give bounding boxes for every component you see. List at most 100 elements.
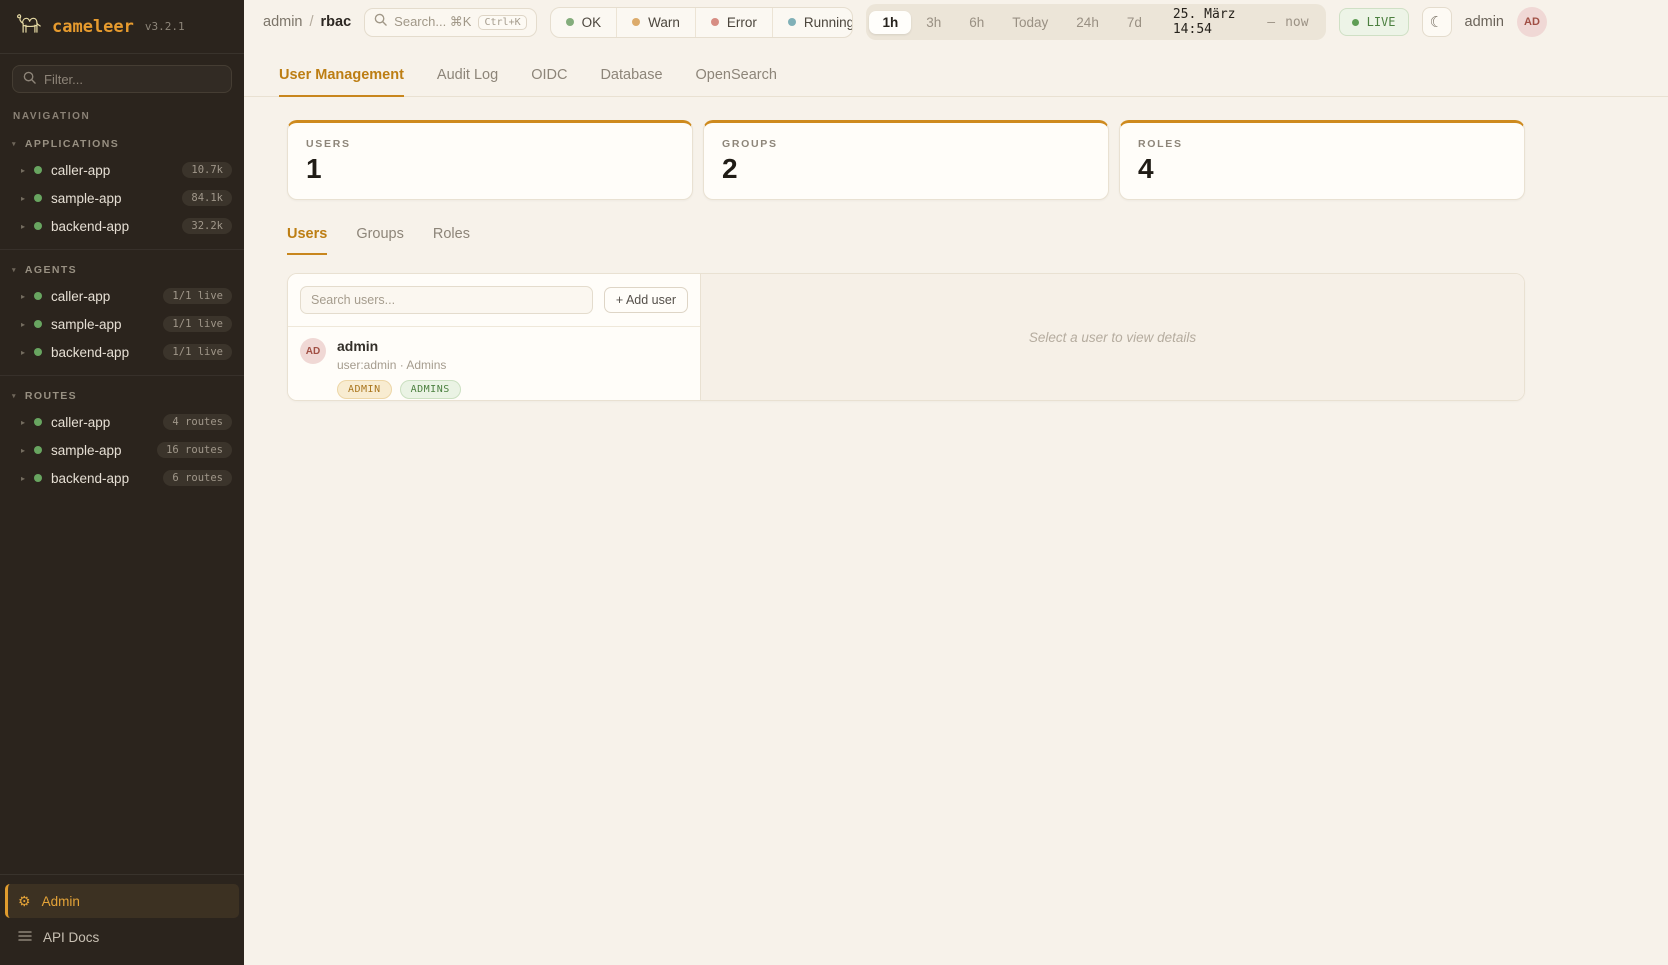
tab-user-management[interactable]: User Management bbox=[279, 55, 404, 97]
nav-item-label: backend-app bbox=[51, 219, 129, 234]
nav-group-routes: ▾ ROUTES ▸ caller-app 4 routes ▸ sample-… bbox=[0, 375, 244, 501]
status-dot-icon bbox=[34, 320, 42, 328]
status-filter-label: Warn bbox=[648, 15, 680, 30]
topbar-right: LIVE ☾ admin AD bbox=[1339, 7, 1547, 37]
add-user-button[interactable]: + Add user bbox=[604, 287, 688, 313]
nav-group-header-applications[interactable]: ▾ APPLICATIONS bbox=[0, 131, 244, 156]
current-user-name: admin bbox=[1465, 14, 1505, 30]
breadcrumb-separator: / bbox=[310, 14, 314, 30]
time-range-1h[interactable]: 1h bbox=[869, 11, 911, 34]
global-search[interactable]: Search... ⌘K Ctrl+K bbox=[364, 8, 536, 37]
user-list-item-admin[interactable]: AD admin user:admin · Admins ADMIN ADMIN… bbox=[288, 327, 700, 401]
status-dot-icon bbox=[34, 418, 42, 426]
sidebar-item-applications-backend-app[interactable]: ▸ backend-app 32.2k bbox=[0, 212, 244, 240]
rbac-subtabs: Users Groups Roles bbox=[287, 226, 1525, 255]
breadcrumb: admin / rbac bbox=[263, 14, 351, 30]
nav-item-badge: 1/1 live bbox=[163, 288, 232, 304]
stats-row: USERS 1 GROUPS 2 ROLES 4 bbox=[287, 120, 1525, 200]
sidebar-item-api-docs[interactable]: API Docs bbox=[5, 920, 239, 954]
topbar: admin / rbac Search... ⌘K Ctrl+K OK Warn… bbox=[244, 0, 1668, 44]
tab-opensearch[interactable]: OpenSearch bbox=[696, 55, 777, 97]
sidebar: cameleer v3.2.1 NAVIGATION ▾ APPLICATION… bbox=[0, 0, 244, 965]
status-dot-icon bbox=[34, 446, 42, 454]
status-filter-running[interactable]: Running bbox=[772, 8, 854, 37]
chevron-right-icon: ▸ bbox=[21, 418, 25, 427]
nav-group-title: APPLICATIONS bbox=[25, 138, 119, 150]
status-filter-ok[interactable]: OK bbox=[551, 8, 617, 37]
time-from: 25. März 14:54 bbox=[1173, 7, 1257, 37]
nav-item-label: backend-app bbox=[51, 471, 129, 486]
ok-dot-icon bbox=[566, 18, 574, 26]
live-badge[interactable]: LIVE bbox=[1339, 8, 1409, 36]
nav-group-applications: ▾ APPLICATIONS ▸ caller-app 10.7k ▸ samp… bbox=[0, 124, 244, 249]
stat-card-roles: ROLES 4 bbox=[1119, 120, 1525, 200]
subtab-roles[interactable]: Roles bbox=[433, 226, 470, 255]
users-toolbar: + Add user bbox=[288, 274, 700, 327]
tab-database[interactable]: Database bbox=[600, 55, 662, 97]
error-dot-icon bbox=[711, 18, 719, 26]
status-filter-group: OK Warn Error Running bbox=[550, 7, 854, 38]
sidebar-item-routes-sample-app[interactable]: ▸ sample-app 16 routes bbox=[0, 436, 244, 464]
sidebar-item-applications-sample-app[interactable]: ▸ sample-app 84.1k bbox=[0, 184, 244, 212]
breadcrumb-current: rbac bbox=[321, 14, 352, 30]
status-filter-warn[interactable]: Warn bbox=[616, 8, 695, 37]
status-dot-icon bbox=[34, 222, 42, 230]
nav-group-title: AGENTS bbox=[25, 264, 77, 276]
time-range-24h[interactable]: 24h bbox=[1063, 11, 1112, 34]
gear-icon: ⚙ bbox=[18, 894, 31, 908]
status-filter-label: Error bbox=[727, 15, 757, 30]
footer-item-label: Admin bbox=[42, 894, 80, 909]
time-range-7d[interactable]: 7d bbox=[1114, 11, 1155, 34]
subtab-users[interactable]: Users bbox=[287, 226, 327, 255]
users-list-pane: + Add user AD admin user:admin · Admins … bbox=[288, 274, 701, 400]
breadcrumb-parent[interactable]: admin bbox=[263, 14, 303, 30]
sidebar-filter-input[interactable] bbox=[44, 72, 221, 87]
time-range-3h[interactable]: 3h bbox=[913, 11, 954, 34]
tab-audit-log[interactable]: Audit Log bbox=[437, 55, 498, 97]
subtab-groups[interactable]: Groups bbox=[356, 226, 404, 255]
main-area: admin / rbac Search... ⌘K Ctrl+K OK Warn… bbox=[244, 0, 1668, 965]
user-name: admin bbox=[337, 338, 461, 354]
app-name: cameleer bbox=[52, 17, 134, 37]
nav-item-badge: 10.7k bbox=[182, 162, 232, 178]
role-badge-admin: ADMIN bbox=[337, 380, 392, 399]
nav-group-header-agents[interactable]: ▾ AGENTS bbox=[0, 257, 244, 282]
sidebar-item-agents-backend-app[interactable]: ▸ backend-app 1/1 live bbox=[0, 338, 244, 366]
warn-dot-icon bbox=[632, 18, 640, 26]
nav-item-badge: 84.1k bbox=[182, 190, 232, 206]
moon-icon: ☾ bbox=[1430, 13, 1443, 31]
caret-icon: ▾ bbox=[12, 267, 17, 274]
sidebar-item-admin[interactable]: ⚙ Admin bbox=[5, 884, 239, 918]
status-dot-icon bbox=[34, 166, 42, 174]
nav-item-label: backend-app bbox=[51, 345, 129, 360]
nav-item-badge: 6 routes bbox=[163, 470, 232, 486]
sidebar-item-agents-caller-app[interactable]: ▸ caller-app 1/1 live bbox=[0, 282, 244, 310]
empty-details-message: Select a user to view details bbox=[1029, 330, 1196, 345]
status-dot-icon bbox=[34, 474, 42, 482]
status-dot-icon bbox=[34, 292, 42, 300]
chevron-right-icon: ▸ bbox=[21, 446, 25, 455]
tab-oidc[interactable]: OIDC bbox=[531, 55, 567, 97]
time-range-today[interactable]: Today bbox=[999, 11, 1061, 34]
stat-label: GROUPS bbox=[722, 138, 1090, 150]
main-tabs: User Management Audit Log OIDC Database … bbox=[244, 55, 1668, 97]
time-range-display: 25. März 14:54 — now bbox=[1157, 7, 1323, 37]
list-icon bbox=[18, 930, 32, 945]
avatar[interactable]: AD bbox=[1517, 7, 1547, 37]
nav-group-header-routes[interactable]: ▾ ROUTES bbox=[0, 383, 244, 408]
sidebar-item-routes-caller-app[interactable]: ▸ caller-app 4 routes bbox=[0, 408, 244, 436]
search-shortcut-kbd: Ctrl+K bbox=[478, 15, 526, 30]
sidebar-item-applications-caller-app[interactable]: ▸ caller-app 10.7k bbox=[0, 156, 244, 184]
chevron-right-icon: ▸ bbox=[21, 292, 25, 301]
time-range-6h[interactable]: 6h bbox=[956, 11, 997, 34]
camel-logo-icon bbox=[13, 11, 43, 42]
sidebar-item-routes-backend-app[interactable]: ▸ backend-app 6 routes bbox=[0, 464, 244, 492]
search-users-input[interactable] bbox=[300, 286, 593, 314]
app-logo: cameleer v3.2.1 bbox=[0, 0, 244, 54]
theme-toggle-button[interactable]: ☾ bbox=[1422, 7, 1452, 37]
stat-card-users: USERS 1 bbox=[287, 120, 693, 200]
sidebar-item-agents-sample-app[interactable]: ▸ sample-app 1/1 live bbox=[0, 310, 244, 338]
status-filter-label: OK bbox=[582, 15, 602, 30]
sidebar-filter[interactable] bbox=[12, 65, 232, 93]
status-filter-error[interactable]: Error bbox=[695, 8, 772, 37]
